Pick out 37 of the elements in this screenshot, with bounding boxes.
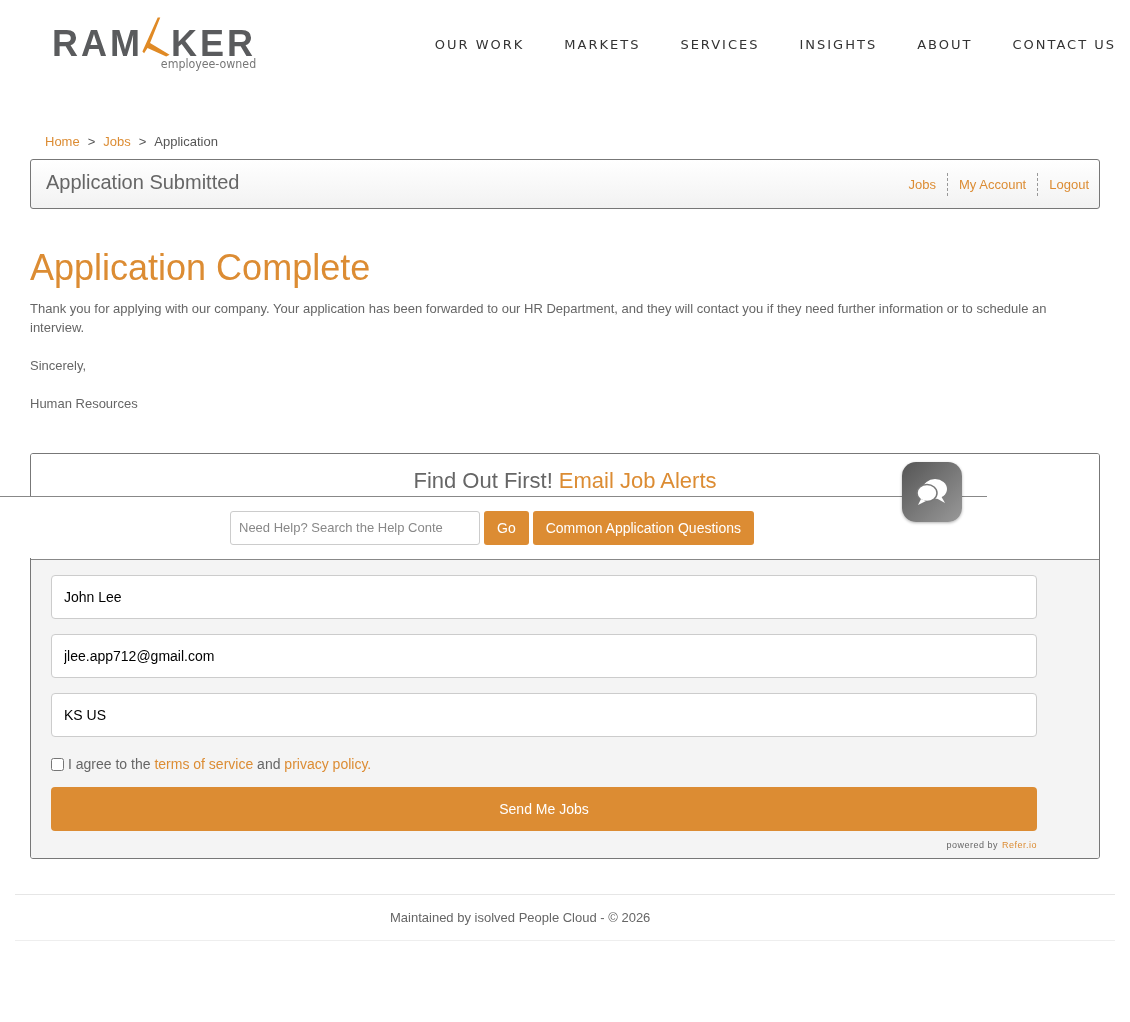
breadcrumb-link[interactable]: Home bbox=[45, 134, 80, 149]
alerts-title: Find Out First! bbox=[413, 468, 553, 494]
message-text: Thank you for applying with our company. Your application has been forwarded to our HR Department, and they will contact you if they need further information or to schedule an interview. bbox=[30, 300, 1048, 337]
input-field[interactable]: KS US bbox=[51, 693, 1037, 737]
account-link[interactable]: My Account bbox=[947, 172, 1038, 196]
page-heading: Application Complete bbox=[30, 247, 372, 289]
breadcrumb-separator: > bbox=[87, 134, 96, 149]
account-link[interactable]: Jobs bbox=[897, 172, 948, 196]
message-text: Sincerely, bbox=[30, 357, 88, 375]
nav-link[interactable]: MARKETS bbox=[564, 37, 641, 52]
alerts-title-accent: Email Job Alerts bbox=[558, 468, 717, 494]
footer-text: Maintained by isolved People Cloud - © 2026 bbox=[390, 910, 651, 925]
nav-link[interactable]: ABOUT bbox=[917, 37, 973, 52]
privacy-link[interactable]: privacy policy. bbox=[284, 756, 372, 772]
breadcrumb-separator: > bbox=[138, 134, 147, 149]
help-search-field[interactable]: Need Help? Search the Help Conte bbox=[230, 510, 480, 545]
questions-button[interactable]: Common Application Questions bbox=[532, 510, 754, 545]
nav-link[interactable]: SERVICES bbox=[680, 37, 760, 52]
input-field[interactable]: John Lee bbox=[51, 575, 1037, 619]
send-jobs-button[interactable]: Send Me Jobs bbox=[51, 787, 1037, 831]
terms-link[interactable]: terms of service bbox=[154, 756, 254, 772]
panel-title: Application Submitted bbox=[46, 170, 240, 194]
agree-checkbox[interactable] bbox=[51, 757, 64, 771]
breadcrumb-current: Application bbox=[154, 134, 218, 149]
nav-link[interactable]: CONTACT US bbox=[1012, 37, 1116, 52]
input-field[interactable]: jlee.app712@gmail.com bbox=[51, 634, 1037, 678]
nav-link[interactable]: OUR WORK bbox=[434, 37, 525, 52]
go-button[interactable]: Go bbox=[484, 510, 529, 545]
chat-button[interactable] bbox=[902, 462, 962, 522]
nav-link[interactable]: INSIGHTS bbox=[799, 37, 878, 52]
refer-link[interactable]: Refer.io bbox=[1001, 840, 1037, 850]
message-text: Human Resources bbox=[30, 395, 139, 413]
powered-by-text: powered by bbox=[946, 840, 998, 850]
agree-text: I agree to the terms of service and privacy policy. bbox=[68, 756, 372, 772]
account-link[interactable]: Logout bbox=[1037, 172, 1089, 196]
breadcrumb-link[interactable]: Jobs bbox=[103, 134, 131, 149]
chat-icon bbox=[915, 477, 949, 507]
